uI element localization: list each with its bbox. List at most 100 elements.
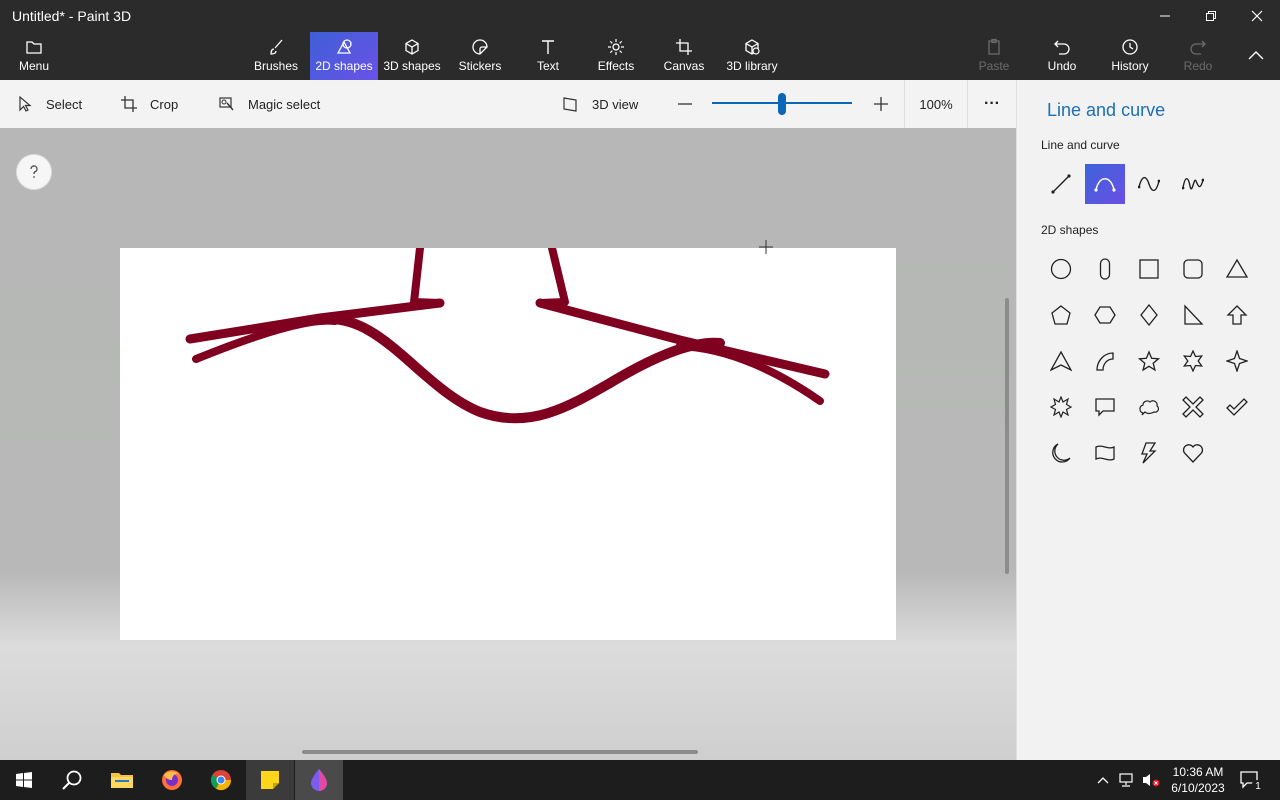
checkmark-shape-button[interactable] [1217, 387, 1257, 427]
magic-select-tool[interactable]: Magic select [218, 80, 320, 128]
file-explorer-button[interactable] [98, 760, 146, 800]
tab-stickers[interactable]: Stickers [446, 32, 514, 80]
undo-button[interactable]: Undo [1028, 32, 1096, 80]
arrow-up-shape-button[interactable] [1217, 295, 1257, 335]
3d-view-icon [563, 97, 577, 112]
network-button[interactable] [1117, 770, 1137, 790]
pill-shape-button[interactable] [1085, 249, 1125, 289]
close-button[interactable] [1234, 0, 1280, 32]
thought-bubble-shape-button[interactable] [1129, 387, 1169, 427]
speech-bubble-shape-button[interactable] [1085, 387, 1125, 427]
horizontal-scrollbar[interactable] [302, 750, 698, 754]
chrome-button[interactable] [197, 760, 245, 800]
four-point-star-icon [1226, 350, 1248, 372]
crescent-moon-icon [1052, 443, 1071, 463]
paste-button[interactable]: Paste [960, 32, 1028, 80]
star-4-shape-button[interactable] [1217, 341, 1257, 381]
cross-icon [1182, 396, 1204, 418]
curve-3-tool-button[interactable] [1173, 164, 1213, 204]
title-bar: Untitled* - Paint 3D [0, 0, 1280, 32]
restore-button[interactable] [1188, 0, 1234, 32]
paint-3d-taskbar-button[interactable] [295, 760, 343, 800]
heart-shape-button[interactable] [1173, 433, 1213, 473]
diamond-shape-button[interactable] [1129, 295, 1169, 335]
zoom-value[interactable]: 100% [904, 80, 968, 128]
help-button[interactable] [16, 154, 52, 190]
quarter-circle-shape-button[interactable] [1085, 341, 1125, 381]
cross-shape-button[interactable] [1173, 387, 1213, 427]
undo-icon [1054, 40, 1070, 55]
tray-overflow-button[interactable] [1093, 770, 1113, 790]
minimize-button[interactable] [1142, 0, 1188, 32]
triangle-shape-button[interactable] [1217, 249, 1257, 289]
circle-shape-button[interactable] [1041, 249, 1081, 289]
menu-button[interactable]: Menu [0, 32, 68, 80]
pentagon-shape-button[interactable] [1041, 295, 1081, 335]
wave-curve-icon [1182, 178, 1204, 190]
volume-button[interactable] [1141, 770, 1161, 790]
tab-effects[interactable]: Effects [582, 32, 650, 80]
arrow-up-icon [1226, 305, 1248, 325]
magic-select-icon [219, 97, 234, 111]
tab-label: 3D library [726, 59, 778, 73]
zoom-out-button[interactable] [676, 80, 706, 128]
tab-label: Stickers [458, 59, 502, 73]
rounded-square-shape-button[interactable] [1173, 249, 1213, 289]
burst-shape-button[interactable] [1041, 387, 1081, 427]
star-6-shape-button[interactable] [1173, 341, 1213, 381]
close-icon [1251, 10, 1263, 22]
line-tool-button[interactable] [1041, 164, 1081, 204]
diamond-icon [1140, 304, 1158, 326]
crop-icon [121, 96, 137, 112]
more-options-button[interactable]: ··· [984, 80, 1000, 128]
zoom-in-button[interactable] [872, 80, 902, 128]
tab-2d-shapes[interactable]: 2D shapes [310, 32, 378, 80]
circle-icon [1050, 258, 1072, 280]
firefox-button[interactable] [148, 760, 196, 800]
six-point-star-icon [1182, 350, 1204, 372]
curve-2-tool-button[interactable] [1129, 164, 1169, 204]
3d-view-toggle[interactable]: 3D view [562, 80, 638, 128]
square-shape-button[interactable] [1129, 249, 1169, 289]
tab-brushes[interactable]: Brushes [242, 32, 310, 80]
collapse-ribbon-button[interactable] [1232, 32, 1280, 80]
moon-shape-button[interactable] [1041, 433, 1081, 473]
sticky-notes-button[interactable] [246, 760, 294, 800]
sticker-icon [472, 39, 488, 55]
tab-3d-library[interactable]: 3D library [718, 32, 786, 80]
select-tool[interactable]: Select [16, 80, 82, 128]
start-button[interactable] [0, 760, 48, 800]
banner-shape-button[interactable] [1085, 433, 1125, 473]
drawing-canvas[interactable] [120, 248, 896, 640]
star-5-shape-button[interactable] [1129, 341, 1169, 381]
zoom-slider-thumb[interactable] [778, 93, 786, 115]
star-icon [1138, 350, 1160, 372]
right-triangle-shape-button[interactable] [1173, 295, 1213, 335]
menu-label: Menu [18, 59, 50, 73]
vertical-scrollbar[interactable] [1005, 298, 1009, 574]
crop-tool[interactable]: Crop [120, 80, 178, 128]
workspace [0, 128, 1016, 760]
s-curve-icon [1138, 176, 1160, 192]
shapes-section-label: 2D shapes [1041, 223, 1099, 237]
history-button[interactable]: History [1096, 32, 1164, 80]
tab-label: 3D shapes [383, 59, 441, 73]
chevron-up-icon [1097, 777, 1109, 784]
tab-canvas[interactable]: Canvas [650, 32, 718, 80]
stroke-right-arm [535, 298, 830, 379]
system-clock[interactable]: 10:36 AM 6/10/2023 [1168, 764, 1228, 796]
lightning-shape-button[interactable] [1129, 433, 1169, 473]
search-button[interactable] [48, 760, 96, 800]
tab-label: Text [536, 59, 559, 73]
hexagon-shape-button[interactable] [1085, 295, 1125, 335]
redo-button[interactable]: Redo [1164, 32, 1232, 80]
tab-text[interactable]: Text [514, 32, 582, 80]
pentagon-icon [1051, 305, 1071, 325]
curve-1-tool-button[interactable] [1085, 164, 1125, 204]
taskbar: 10:36 AM 6/10/2023 1 [0, 760, 1280, 800]
select-label: Select [46, 96, 83, 112]
tab-3d-shapes[interactable]: 3D shapes [378, 32, 446, 80]
minimize-icon [1160, 15, 1170, 17]
lightning-icon [1141, 442, 1157, 464]
notched-triangle-shape-button[interactable] [1041, 341, 1081, 381]
